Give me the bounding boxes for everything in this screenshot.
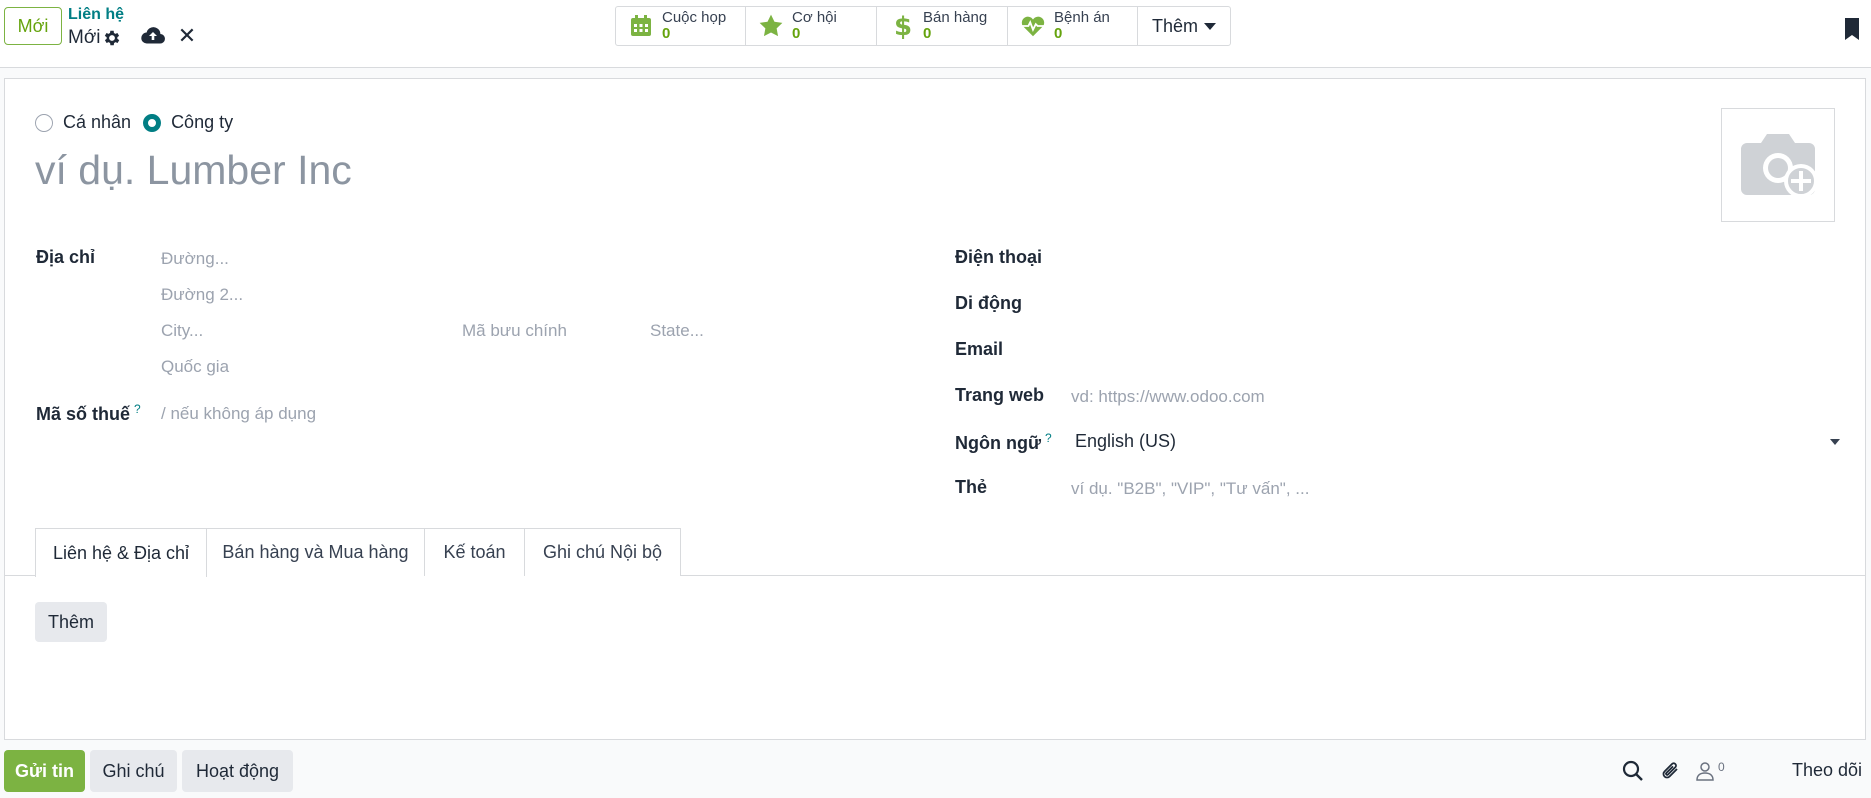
state-input[interactable]: State... [650, 321, 704, 341]
email-label: Email [955, 339, 1004, 359]
heartbeat-icon [1020, 12, 1046, 40]
smart-button-label: Bệnh án [1054, 9, 1110, 26]
breadcrumb-current: Mới [68, 27, 101, 48]
avatar-upload[interactable] [1721, 108, 1835, 222]
smart-button-value: 0 [662, 25, 671, 42]
address-label: Địa chỉ [36, 247, 96, 267]
tab-sales-purchase[interactable]: Bán hàng và Mua hàng [206, 528, 425, 576]
camera-add-icon [1741, 134, 1818, 198]
form-sheet: Cá nhân Công ty ví dụ. Lumber Inc Địa ch… [4, 78, 1866, 740]
follower-count: 0 [1718, 760, 1725, 774]
tags-label: Thẻ [955, 477, 988, 497]
calendar-icon [628, 12, 654, 40]
svg-text:$: $ [894, 12, 911, 40]
smart-button-value: 0 [923, 25, 932, 42]
caret-down-icon [1830, 439, 1840, 445]
radio-individual[interactable]: Cá nhân [35, 112, 131, 133]
help-icon[interactable]: ? [1045, 431, 1052, 445]
language-value: English (US) [1075, 431, 1177, 451]
radio-button-on[interactable] [143, 113, 162, 132]
radio-button-off[interactable] [35, 113, 53, 132]
smart-button-opportunities[interactable]: Cơ hội 0 [745, 6, 877, 46]
gear-icon[interactable] [101, 27, 123, 49]
company-type-radio: Cá nhân Công ty [35, 112, 245, 133]
smart-button-medical-records[interactable]: Bệnh án 0 [1007, 6, 1138, 46]
language-label-text: Ngôn ngữ [955, 433, 1042, 453]
smart-button-value: 0 [1054, 25, 1063, 42]
website-input[interactable]: vd: https://www.odoo.com [1071, 387, 1265, 407]
search-icon[interactable] [1620, 758, 1646, 784]
company-name-input[interactable]: ví dụ. Lumber Inc [35, 147, 352, 194]
street2-input[interactable]: Đường 2... [161, 285, 243, 305]
breadcrumb-parent[interactable]: Liên hệ [68, 6, 124, 24]
smart-button-label: Cuộc họp [662, 9, 727, 26]
smart-button-label: Cơ hội [792, 9, 837, 26]
tab-accounting[interactable]: Kế toán [424, 528, 525, 576]
discard-close-icon[interactable]: ✕ [176, 23, 198, 48]
new-button[interactable]: Mới [4, 7, 62, 45]
more-label: Thêm [1152, 15, 1199, 36]
tax-id-label-text: Mã số thuế [36, 404, 131, 424]
language-select[interactable]: English (US) [1075, 427, 1840, 457]
website-label: Trang web [955, 385, 1045, 405]
add-contact-button[interactable]: Thêm [35, 602, 107, 642]
phone-label: Điện thoại [955, 247, 1043, 267]
tab-internal-notes[interactable]: Ghi chú Nội bộ [524, 528, 681, 576]
follow-button[interactable]: Theo dõi [1792, 760, 1862, 781]
more-smart-buttons[interactable]: Thêm [1137, 6, 1232, 46]
log-note-button[interactable]: Ghi chú [90, 750, 177, 792]
notebook-tabs: Liên hệ & Địa chỉ Bán hàng và Mua hàng K… [5, 528, 1865, 577]
tax-id-input[interactable]: / nếu không áp dụng [161, 404, 316, 424]
smart-button-sales[interactable]: $ Bán hàng 0 [876, 6, 1008, 46]
smart-button-value: 0 [792, 25, 801, 42]
smart-button-meetings[interactable]: Cuộc họp 0 [615, 6, 746, 46]
radio-company[interactable]: Công ty [143, 112, 233, 133]
dollar-icon: $ [889, 12, 915, 40]
tags-input[interactable]: ví dụ. "B2B", "VIP", "Tư vấn", ... [1071, 479, 1309, 499]
cloud-upload-icon[interactable] [140, 24, 166, 48]
tax-id-label: Mã số thuế? [36, 402, 141, 425]
mobile-label: Di động [955, 293, 1022, 313]
followers-user-icon[interactable] [1692, 758, 1718, 784]
star-icon [758, 12, 784, 40]
tab-contacts-addresses[interactable]: Liên hệ & Địa chỉ [35, 528, 207, 577]
smart-button-label: Bán hàng [923, 9, 988, 26]
smart-buttons: Cuộc họp 0 Cơ hội 0 $ Bán hàng 0 Bệnh án 0 T… [615, 6, 1232, 46]
control-panel: Mới Liên hệ Mới ✕ Cuộc họp 0 Cơ hội 0 $ Bá… [0, 0, 1871, 68]
radio-label: Cá nhân [63, 112, 132, 132]
help-icon[interactable]: ? [134, 402, 141, 416]
city-input[interactable]: City... [161, 321, 203, 341]
language-label: Ngôn ngữ? [955, 431, 1052, 454]
send-message-button[interactable]: Gửi tin [4, 750, 85, 792]
country-input[interactable]: Quốc gia [161, 357, 229, 377]
paperclip-icon[interactable] [1658, 758, 1684, 784]
zip-input[interactable]: Mã bưu chính [462, 321, 567, 341]
activity-button[interactable]: Hoạt động [182, 750, 293, 792]
caret-down-icon [1204, 22, 1217, 30]
street-input[interactable]: Đường... [161, 249, 229, 269]
bookmark-icon[interactable] [1845, 18, 1859, 40]
radio-label: Công ty [171, 112, 234, 132]
